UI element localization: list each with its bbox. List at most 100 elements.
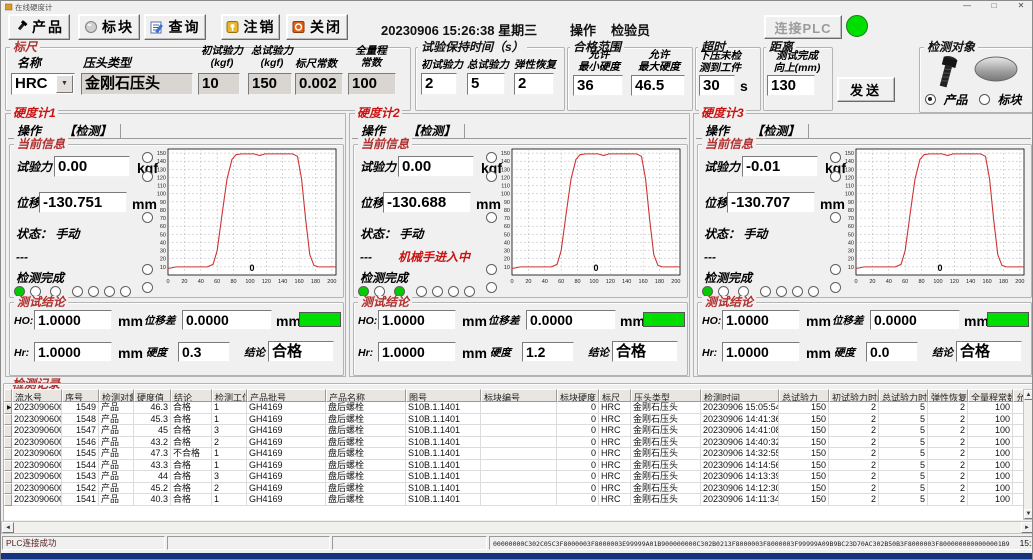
column-header[interactable]: 标尺 (599, 389, 631, 402)
row-selector[interactable]: ▶ (4, 402, 12, 414)
distance-field[interactable]: 130 (767, 75, 815, 96)
table-cell[interactable]: 产品 (99, 402, 134, 414)
table-cell[interactable]: 150 (779, 448, 829, 460)
table-cell[interactable]: 202309060006 (12, 437, 62, 449)
table-cell[interactable]: GH4169 (247, 483, 326, 495)
close-app-button[interactable]: 关闭 (286, 14, 348, 40)
h0-value[interactable]: 1.0000 (34, 310, 112, 330)
table-cell[interactable]: GH4169 (247, 471, 326, 483)
table-cell[interactable]: 1 (212, 494, 247, 506)
table-cell[interactable]: 1546 (62, 437, 99, 449)
table-cell[interactable]: 20230906 14:12:30 (701, 483, 779, 495)
table-cell[interactable]: 43.3 (134, 460, 171, 472)
table-cell[interactable]: 盘后螺栓 (326, 402, 406, 414)
row-selector[interactable] (4, 471, 12, 483)
table-cell[interactable]: HRC (599, 471, 631, 483)
table-cell[interactable] (1013, 448, 1023, 460)
table-cell[interactable]: 产品 (99, 471, 134, 483)
column-header[interactable]: 结论 (171, 389, 212, 402)
table-cell[interactable]: 不合格 (171, 448, 212, 460)
table-cell[interactable]: 2 (928, 471, 968, 483)
table-cell[interactable] (481, 494, 557, 506)
table-cell[interactable]: 20230906 14:41:36 (701, 414, 779, 426)
row-selector[interactable] (4, 448, 12, 460)
table-cell[interactable] (1013, 402, 1023, 414)
table-cell[interactable]: 2 (928, 460, 968, 472)
table-cell[interactable]: 合格 (171, 437, 212, 449)
column-header[interactable]: 产品批号 (247, 389, 326, 402)
table-cell[interactable]: 2 (829, 471, 879, 483)
column-header[interactable]: 图号 (406, 389, 481, 402)
table-cell[interactable]: 金刚石压头 (631, 494, 701, 506)
table-cell[interactable]: 盘后螺栓 (326, 471, 406, 483)
table-cell[interactable]: HRC (599, 402, 631, 414)
table-cell[interactable]: 202309060001 (12, 494, 62, 506)
table-cell[interactable]: 20230906 15:05:54 (701, 402, 779, 414)
table-cell[interactable]: 5 (879, 494, 928, 506)
column-header[interactable]: 流水号 (12, 389, 62, 402)
row-selector[interactable] (4, 460, 12, 472)
hold-elastic-field[interactable]: 2 (514, 73, 554, 95)
scroll-right-icon[interactable]: ► (1021, 522, 1033, 533)
table-cell[interactable]: 盘后螺栓 (326, 448, 406, 460)
disp-diff-value[interactable]: 0.0000 (526, 310, 616, 330)
table-cell[interactable]: 金刚石压头 (631, 471, 701, 483)
table-cell[interactable]: 150 (779, 460, 829, 472)
table-cell[interactable]: 20230906 14:40:32 (701, 437, 779, 449)
table-cell[interactable] (1013, 471, 1023, 483)
table-cell[interactable]: S10B.1.1401 (406, 414, 481, 426)
table-cell[interactable]: 5 (879, 414, 928, 426)
displacement-value[interactable]: -130.688 (383, 192, 471, 213)
table-cell[interactable] (1013, 494, 1023, 506)
table-cell[interactable]: 5 (879, 402, 928, 414)
hr-value[interactable]: 1.0000 (722, 342, 800, 362)
column-header[interactable]: 序号 (62, 389, 99, 402)
target-block-radio[interactable]: 标块 (979, 91, 1021, 109)
table-cell[interactable]: GH4169 (247, 494, 326, 506)
table-cell[interactable]: 2 (212, 437, 247, 449)
table-cell[interactable]: 2 (829, 494, 879, 506)
hardness-value[interactable]: 0.3 (178, 342, 230, 362)
table-cell[interactable]: 产品 (99, 460, 134, 472)
table-cell[interactable]: GH4169 (247, 437, 326, 449)
table-cell[interactable]: HRC (599, 425, 631, 437)
column-header[interactable]: 压头类型 (631, 389, 701, 402)
table-cell[interactable]: 20230906 14:11:34 (701, 494, 779, 506)
table-cell[interactable]: 40.3 (134, 494, 171, 506)
minimize-icon[interactable]: — (956, 1, 978, 11)
table-cell[interactable]: 100 (968, 460, 1013, 472)
column-header[interactable]: 全量程常数 (968, 389, 1013, 402)
table-cell[interactable]: 合格 (171, 460, 212, 472)
table-cell[interactable]: 金刚石压头 (631, 448, 701, 460)
table-cell[interactable]: 5 (879, 437, 928, 449)
table-cell[interactable]: 2 (829, 402, 879, 414)
table-cell[interactable]: HRC (599, 483, 631, 495)
table-cell[interactable]: 产品 (99, 437, 134, 449)
table-cell[interactable]: 3 (212, 425, 247, 437)
maximize-icon[interactable]: □ (983, 1, 1005, 11)
row-selector[interactable] (4, 494, 12, 506)
table-cell[interactable]: 0 (557, 448, 599, 460)
table-cell[interactable]: 150 (779, 414, 829, 426)
table-cell[interactable]: 2 (829, 460, 879, 472)
table-cell[interactable]: 盘后螺栓 (326, 483, 406, 495)
table-cell[interactable]: 100 (968, 437, 1013, 449)
table-cell[interactable]: 2 (928, 437, 968, 449)
hr-value[interactable]: 1.0000 (378, 342, 456, 362)
max-hardness-field[interactable]: 46.5 (631, 75, 685, 96)
table-cell[interactable]: 产品 (99, 425, 134, 437)
table-cell[interactable]: 20230906 14:14:56 (701, 460, 779, 472)
table-cell[interactable]: 合格 (171, 425, 212, 437)
table-cell[interactable]: 0 (557, 471, 599, 483)
table-cell[interactable] (1013, 483, 1023, 495)
table-cell[interactable]: 202309060007 (12, 425, 62, 437)
table-cell[interactable]: 45.2 (134, 483, 171, 495)
table-cell[interactable]: 合格 (171, 471, 212, 483)
table-cell[interactable] (1013, 425, 1023, 437)
table-cell[interactable] (1013, 460, 1023, 472)
table-cell[interactable]: 5 (879, 460, 928, 472)
table-cell[interactable]: HRC (599, 494, 631, 506)
force-value[interactable]: 0.00 (54, 156, 130, 177)
table-cell[interactable] (481, 460, 557, 472)
table-cell[interactable]: 202309060002 (12, 483, 62, 495)
